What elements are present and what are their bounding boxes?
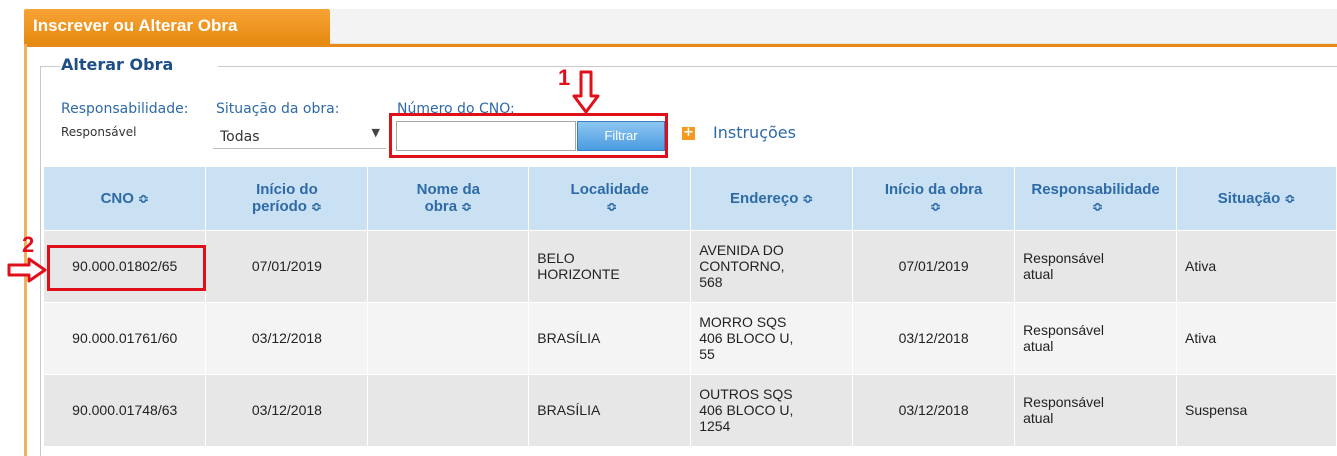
responsabilidade-label: Responsabilidade: — [61, 101, 189, 117]
inicio-periodo-cell: 03/12/2018 — [205, 373, 369, 446]
situacao-cell: Suspensa — [1176, 373, 1337, 446]
situacao-select[interactable]: Todas ▼ — [213, 122, 386, 149]
column-header-nome-obra[interactable]: Nome da obra ≎ — [367, 167, 530, 230]
right-arrow-icon — [7, 257, 47, 283]
column-header-endereco[interactable]: Endereço ≎ — [690, 167, 854, 230]
annotation-number-2: 2 — [22, 232, 35, 257]
situacao-cell: Ativa — [1176, 301, 1337, 374]
sort-icon[interactable]: ≎ — [138, 191, 149, 206]
section-legend: Alterar Obra — [61, 55, 178, 74]
sort-icon[interactable]: ≎ — [311, 199, 322, 214]
table-row[interactable]: 90.000.01761/60 03/12/2018 BRASÍLIA MORR… — [44, 301, 1337, 374]
column-header-inicio-obra[interactable]: Início da obra ≎ — [852, 167, 1016, 230]
annotation-number-1: 1 — [558, 65, 571, 90]
highlight-box-cno — [47, 245, 206, 291]
sort-icon[interactable]: ≎ — [461, 199, 472, 214]
column-header-cno[interactable]: CNO ≎ — [44, 167, 207, 230]
inicio-obra-cell: 03/12/2018 — [852, 301, 1016, 374]
responsabilidade-value: Responsável — [61, 125, 137, 139]
fieldset-border — [40, 66, 60, 67]
sort-icon[interactable]: ≎ — [1092, 199, 1103, 214]
down-arrow-icon — [572, 70, 600, 114]
sort-icon[interactable]: ≎ — [930, 199, 941, 214]
sort-icon[interactable]: ≎ — [1284, 191, 1295, 206]
endereco-cell: MORRO SQS 406 BLOCO U, 55 — [690, 301, 854, 374]
endereco-cell: AVENIDA DO CONTORNO, 568 — [690, 229, 854, 302]
responsabilidade-cell: Responsável atual — [1014, 373, 1178, 446]
fieldset-border — [218, 66, 1337, 67]
column-header-responsabilidade[interactable]: Responsabilidade ≎ — [1014, 167, 1178, 230]
situacao-selected-value: Todas — [220, 129, 260, 145]
nome-obra-cell — [367, 229, 530, 302]
cno-link[interactable]: 90.000.01748/63 — [44, 373, 207, 446]
sort-icon[interactable]: ≎ — [802, 191, 813, 206]
endereco-cell: OUTROS SQS 406 BLOCO U, 1254 — [690, 373, 854, 446]
plus-icon[interactable]: + — [682, 126, 695, 140]
table-header-row: CNO ≎ Início do período ≎ Nome da obra ≎ Loca… — [44, 167, 1337, 230]
nome-obra-cell — [367, 373, 530, 446]
inicio-obra-cell: 03/12/2018 — [852, 373, 1016, 446]
sort-icon[interactable]: ≎ — [606, 199, 617, 214]
localidade-cell: BRASÍLIA — [528, 373, 692, 446]
inicio-periodo-cell: 03/12/2018 — [205, 301, 369, 374]
instructions-link[interactable]: Instruções — [713, 123, 796, 142]
table-row[interactable]: 90.000.01748/63 03/12/2018 BRASÍLIA OUTR… — [44, 373, 1337, 446]
column-header-situacao[interactable]: Situação ≎ — [1176, 167, 1337, 230]
situacao-label: Situação da obra: — [216, 101, 340, 117]
responsabilidade-cell: Responsável atual — [1014, 301, 1178, 374]
tab-underline — [24, 44, 1337, 47]
tab-inscrever-alterar-obra[interactable]: Inscrever ou Alterar Obra — [24, 9, 330, 44]
responsabilidade-cell: Responsável atual — [1014, 229, 1178, 302]
situacao-cell: Ativa — [1176, 229, 1337, 302]
localidade-cell: BELO HORIZONTE — [528, 229, 692, 302]
inicio-periodo-cell: 07/01/2019 — [205, 229, 369, 302]
table-row[interactable]: 90.000.01802/65 07/01/2019 BELO HORIZONTE… — [44, 229, 1337, 302]
inicio-obra-cell: 07/01/2019 — [852, 229, 1016, 302]
tab-bar-background — [330, 9, 1337, 44]
localidade-cell: BRASÍLIA — [528, 301, 692, 374]
cno-link[interactable]: 90.000.01761/60 — [44, 301, 207, 374]
obras-table: CNO ≎ Início do período ≎ Nome da obra ≎ Loca… — [44, 167, 1337, 446]
column-header-localidade[interactable]: Localidade ≎ — [528, 167, 692, 230]
column-header-inicio-periodo[interactable]: Início do período ≎ — [205, 167, 369, 230]
nome-obra-cell — [367, 301, 530, 374]
highlight-box-filter — [389, 113, 668, 158]
dropdown-arrow-icon: ▼ — [371, 126, 380, 139]
